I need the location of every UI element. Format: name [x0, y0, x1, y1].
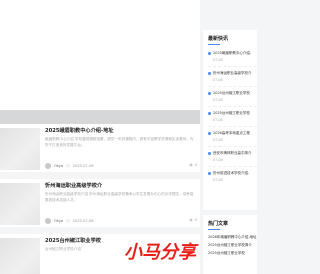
- view-count: 0: [194, 162, 197, 167]
- bullet-icon: [208, 71, 211, 75]
- bullet-icon: [208, 171, 211, 175]
- post-card[interactable]: 2025台州椒江职业学校 台州椒江职业学校介绍: [0, 234, 200, 274]
- post-author[interactable]: Okya: [54, 164, 63, 168]
- post-title[interactable]: 忻州海运职业高级学校介: [45, 182, 102, 189]
- post-card[interactable]: 忻州海运职业高级学校介 忻州海运职业高级学校介绍 忻州海运职业高级学校秉承以学生…: [0, 179, 200, 227]
- post-views: ◉ 0: [189, 162, 197, 167]
- post-views: ◉ 0: [189, 217, 197, 222]
- news-date: 07-08: [213, 78, 223, 82]
- clock-icon: ◷: [66, 218, 70, 223]
- title-underline: [208, 229, 220, 230]
- bullet-icon: [208, 131, 211, 135]
- eye-icon: ◉: [189, 162, 193, 167]
- eye-icon: ◉: [189, 217, 193, 222]
- widget-title: 热门文章: [208, 221, 229, 227]
- post-date: 2025-07-08: [72, 163, 94, 168]
- view-count: 0: [194, 217, 197, 222]
- hot-article-link[interactable]: 2025台州椒江职业学校简介: [208, 243, 257, 248]
- divider: [208, 126, 257, 127]
- post-excerpt: 台州椒江职业学校介绍: [45, 247, 81, 251]
- bullet-icon: [208, 91, 211, 95]
- post-card[interactable]: 2025峨眉职教中心介绍-地址 峨眉职教中心介绍 学校重视课程设置，提供一系列课…: [0, 124, 200, 172]
- hot-article-link[interactable]: 2025台州椒江职业学校: [208, 251, 257, 256]
- news-item[interactable]: 2025台州椒江职业学校: [208, 111, 257, 116]
- divider: [208, 106, 257, 107]
- divider: [208, 146, 257, 147]
- news-date: 07-08: [213, 118, 223, 122]
- title-underline: [208, 44, 220, 45]
- clock-icon: ◷: [66, 163, 70, 168]
- post-meta: Okya ◷ 2025-07-08: [45, 217, 94, 224]
- post-title[interactable]: 2025台州椒江职业学校: [45, 237, 101, 244]
- news-date: 07-08: [213, 58, 223, 62]
- post-excerpt: 忻州海运职业高级学校介绍 忻州海运职业高级学校秉承以学生发展为中心的办学理念，培…: [45, 192, 194, 202]
- news-item[interactable]: 西安市碑林职业高中简介: [208, 151, 257, 156]
- post-list: 2025峨眉职教中心介绍-地址 峨眉职教中心介绍 学校重视课程设置，提供一系列课…: [0, 124, 200, 274]
- post-title[interactable]: 2025峨眉职教中心介绍-地址: [45, 127, 113, 134]
- bullet-icon: [208, 51, 211, 55]
- bullet-icon: [208, 151, 211, 155]
- post-thumbnail[interactable]: [0, 183, 40, 225]
- avatar: [45, 162, 51, 169]
- divider: [208, 86, 257, 87]
- news-date: 07-08: [213, 138, 223, 142]
- bullet-icon: [208, 111, 211, 115]
- news-date: 07-08: [213, 158, 223, 162]
- divider: [208, 166, 257, 167]
- widget-title: 最新快讯: [208, 36, 229, 42]
- news-item[interactable]: 忻州前进技术学校介绍-: [208, 171, 257, 176]
- post-excerpt: 峨眉职教中心介绍 学校重视课程设置，提供一系列课程内，具有丰富教学资源和实训基地…: [45, 137, 194, 147]
- hot-articles-widget: 热门文章 2026年峨眉职教中心介绍-地址 2025台州椒江职业学校简介 202…: [203, 215, 257, 274]
- post-author[interactable]: Okya: [54, 219, 63, 223]
- news-item[interactable]: 2025台州椒江职业学校: [208, 91, 257, 96]
- post-thumbnail[interactable]: [0, 238, 40, 274]
- post-meta: Okya ◷ 2025-07-08: [45, 162, 94, 169]
- news-date: 07-08: [213, 178, 223, 182]
- divider: [208, 66, 257, 67]
- content-header-area: [0, 0, 200, 110]
- news-item[interactable]: 忻州海运职业高级学校介: [208, 71, 257, 76]
- news-item[interactable]: 2025峨眉职教中心介绍-: [208, 51, 257, 56]
- latest-news-widget: 最新快讯 2025峨眉职教中心介绍- 07-08 忻州海运职业高级学校介 07-…: [203, 30, 257, 210]
- hot-article-link[interactable]: 2026年峨眉职教中心介绍-地址: [208, 235, 257, 240]
- post-thumbnail[interactable]: [0, 128, 40, 170]
- avatar: [45, 217, 51, 224]
- news-date: 07-08: [213, 98, 223, 102]
- banner-strip: [0, 110, 200, 124]
- post-date: 2025-07-08: [72, 218, 94, 223]
- news-item[interactable]: 2026高考本地重点工程: [208, 131, 257, 136]
